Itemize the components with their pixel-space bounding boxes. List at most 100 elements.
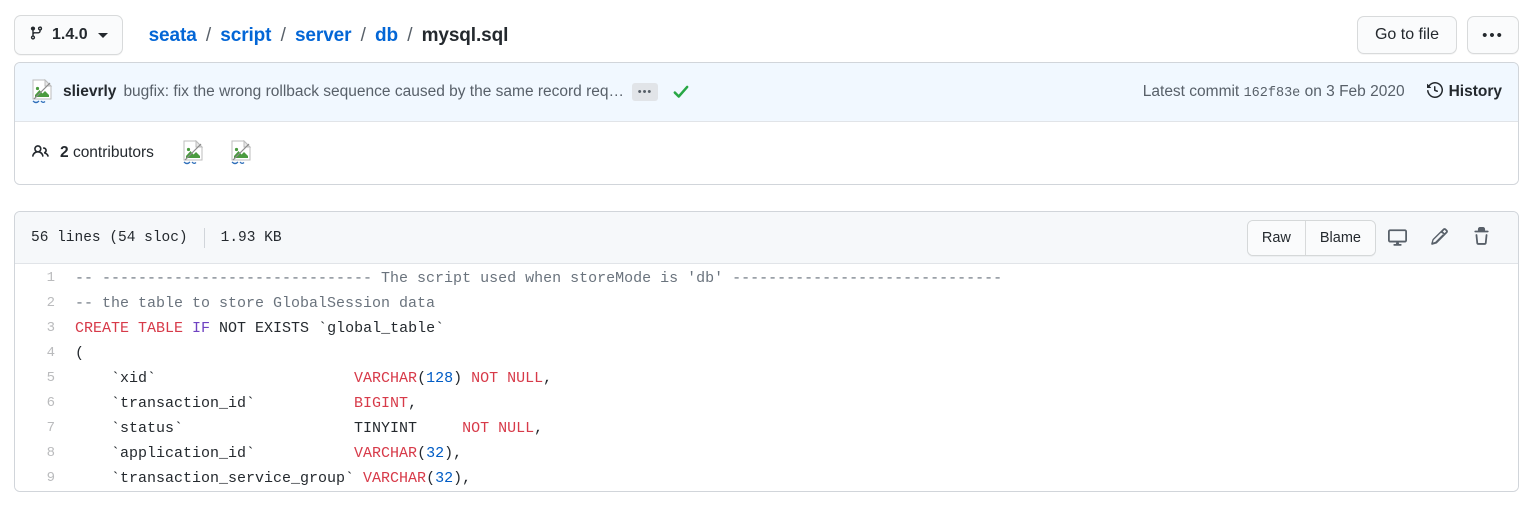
code-line-number[interactable]: 8 xyxy=(15,441,67,466)
file-toolbar-actions: Raw Blame xyxy=(1246,219,1502,256)
branch-selector-button[interactable]: 1.4.0 xyxy=(14,15,123,55)
contributor-avatar-list xyxy=(182,140,262,166)
code-line-number[interactable]: 2 xyxy=(15,291,67,316)
code-token: -- ------------------------------ The sc… xyxy=(75,270,1003,287)
code-line-content[interactable]: `transaction_id` BIGINT, xyxy=(67,391,417,416)
code-token: `status` TINYINT xyxy=(75,420,463,437)
contributors-count: 2 xyxy=(60,144,69,161)
contributors-label[interactable]: 2 contributors xyxy=(60,144,154,162)
branch-icon xyxy=(29,25,44,46)
open-in-desktop-button[interactable] xyxy=(1376,221,1418,255)
contributors-word: contributors xyxy=(72,144,154,161)
commit-author-link[interactable]: slievrly xyxy=(63,83,116,101)
commit-sha-link[interactable]: 162f83e xyxy=(1244,86,1301,101)
code-line-content[interactable]: CREATE TABLE IF NOT EXISTS `global_table… xyxy=(67,316,444,341)
code-token: 32 xyxy=(426,445,445,462)
toolbar-divider xyxy=(203,227,205,248)
open-in-desktop-icon xyxy=(1387,227,1407,249)
branch-name-label: 1.4.0 xyxy=(52,26,88,43)
code-token: -- the table to store GlobalSession data xyxy=(75,295,436,312)
code-line: 8 `application_id` VARCHAR(32), xyxy=(15,441,1518,466)
breadcrumb-item-repo[interactable]: seata xyxy=(149,25,197,46)
pencil-icon xyxy=(1430,227,1449,249)
code-token: ), xyxy=(444,445,463,462)
github-file-view: 1.4.0 seata / script / server / db / mys… xyxy=(0,0,1533,516)
more-options-button[interactable]: ••• xyxy=(1467,16,1519,54)
code-line-content[interactable]: `application_id` VARCHAR(32), xyxy=(67,441,462,466)
code-token: 32 xyxy=(435,470,454,487)
code-line-content[interactable]: ( xyxy=(67,341,84,366)
commit-meta: Latest commit 162f83e on 3 Feb 2020 Hist… xyxy=(1142,81,1502,103)
code-line: 9 `transaction_service_group` VARCHAR(32… xyxy=(15,466,1518,491)
breadcrumb-item-file: mysql.sql xyxy=(421,24,509,46)
raw-button[interactable]: Raw xyxy=(1247,220,1306,255)
code-line: 5 `xid` VARCHAR(128) NOT NULL, xyxy=(15,366,1518,391)
breadcrumb-item-db[interactable]: db xyxy=(375,25,398,46)
file-toolbar: 56 lines (54 sloc) 1.93 KB Raw Blame xyxy=(15,212,1518,264)
breadcrumb-separator: / xyxy=(360,24,366,46)
code-token: VARCHAR xyxy=(354,445,418,462)
history-link[interactable]: History xyxy=(1426,81,1502,103)
delete-file-button[interactable] xyxy=(1460,221,1502,255)
file-info-box: slievrly bugfix: fix the wrong rollback … xyxy=(14,62,1519,185)
breadcrumb-item-server[interactable]: server xyxy=(295,25,352,46)
code-line: 6 `transaction_id` BIGINT, xyxy=(15,391,1518,416)
code-line-number[interactable]: 1 xyxy=(15,266,67,291)
code-line-number[interactable]: 3 xyxy=(15,316,67,341)
breadcrumb-item-script[interactable]: script xyxy=(220,25,271,46)
code-line-number[interactable]: 4 xyxy=(15,341,67,366)
check-icon[interactable] xyxy=(672,83,690,101)
commit-date: 3 Feb 2020 xyxy=(1326,83,1405,100)
code-token: IF xyxy=(192,320,211,337)
file-header-actions: Go to file ••• xyxy=(1356,16,1519,54)
code-line: 3 CREATE TABLE IF NOT EXISTS `global_tabl… xyxy=(15,316,1518,341)
code-line-content[interactable]: -- the table to store GlobalSession data xyxy=(67,291,435,316)
code-line-content[interactable]: `status` TINYINT NOT NULL, xyxy=(67,416,543,441)
code-token: `application_id` xyxy=(75,445,355,462)
code-token: ( xyxy=(426,470,436,487)
code-token: ( xyxy=(417,370,427,387)
commit-date-prefix: on xyxy=(1304,83,1322,100)
latest-commit-prefix: Latest commit xyxy=(1142,83,1240,100)
code-line-number[interactable]: 5 xyxy=(15,366,67,391)
file-header-bar: 1.4.0 seata / script / server / db / mys… xyxy=(14,0,1519,62)
expand-commit-message-button[interactable]: ••• xyxy=(632,83,659,101)
code-line-number[interactable]: 7 xyxy=(15,416,67,441)
code-token: BIGINT xyxy=(354,395,409,412)
code-line-content[interactable]: `xid` VARCHAR(128) NOT NULL, xyxy=(67,366,552,391)
people-icon xyxy=(31,143,50,163)
code-token: ) xyxy=(453,370,472,387)
contributors-row: 2 contributors xyxy=(15,122,1518,184)
code-token: , xyxy=(534,420,544,437)
file-size: 1.93 KB xyxy=(220,229,282,246)
edit-file-button[interactable] xyxy=(1418,221,1460,255)
raw-blame-group: Raw Blame xyxy=(1246,219,1376,256)
code-line: 4( xyxy=(15,341,1518,366)
file-content-box: 56 lines (54 sloc) 1.93 KB Raw Blame 1 -… xyxy=(14,211,1519,492)
broken-image-icon[interactable] xyxy=(230,140,252,166)
breadcrumb: seata / script / server / db / mysql.sql xyxy=(149,26,509,45)
file-stats: 56 lines (54 sloc) 1.93 KB xyxy=(31,227,282,248)
code-token: VARCHAR xyxy=(354,370,418,387)
go-to-file-button[interactable]: Go to file xyxy=(1356,16,1457,54)
code-line-content[interactable]: -- ------------------------------ The sc… xyxy=(67,266,1002,291)
code-token: `transaction_service_group` xyxy=(75,470,364,487)
blame-button[interactable]: Blame xyxy=(1305,220,1375,255)
trash-icon xyxy=(1472,226,1491,249)
commit-message[interactable]: bugfix: fix the wrong rollback sequence … xyxy=(123,83,624,101)
broken-image-icon xyxy=(31,79,53,105)
code-line-number[interactable]: 6 xyxy=(15,391,67,416)
code-line-content[interactable]: `transaction_service_group` VARCHAR(32), xyxy=(67,466,471,491)
broken-image-icon[interactable] xyxy=(182,140,204,166)
history-clock-icon xyxy=(1426,81,1443,103)
breadcrumb-separator: / xyxy=(205,24,212,46)
code-line-number[interactable]: 9 xyxy=(15,466,67,491)
code-token: , xyxy=(543,370,553,387)
code-token: NOT NULL xyxy=(462,420,535,437)
code-line: 1 -- ------------------------------ The s… xyxy=(15,266,1518,291)
code-token: `xid` xyxy=(75,370,355,387)
code-line: 2 -- the table to store GlobalSession dat… xyxy=(15,291,1518,316)
breadcrumb-separator: / xyxy=(280,24,286,46)
code-token: ( xyxy=(75,345,85,362)
code-token: CREATE TABLE xyxy=(75,320,193,337)
